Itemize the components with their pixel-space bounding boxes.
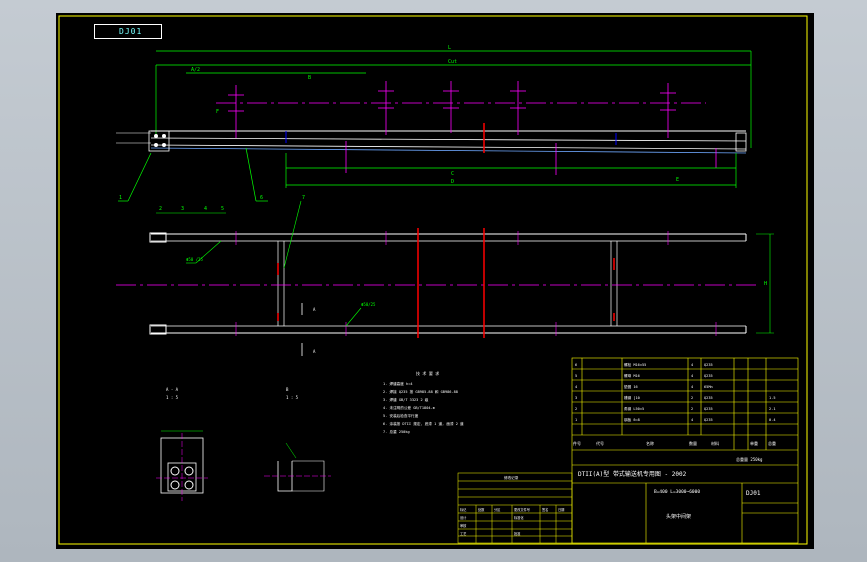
part-weight: 0.4 (769, 418, 776, 422)
rev-cell: 标准化 (514, 515, 524, 520)
section-a-scale: 1 : 5 (166, 395, 179, 400)
technical-notes: 技 术 要 求 1. 焊缝高度 h=4 2. 焊接 Q235 按 GB985-8… (383, 370, 464, 434)
part-name: 螺栓 M16×55 (624, 362, 646, 367)
note-line: 5. 安装后检查平行度 (383, 413, 419, 418)
part-mat: Q235 (704, 418, 713, 422)
section-mark-bottom: A (313, 349, 316, 354)
rev-cell: 处数 (478, 507, 485, 512)
drawing-spec: B=400 L=3000~6000 (654, 489, 700, 495)
dim-total: L (448, 45, 451, 51)
dim-d: D (451, 179, 454, 185)
drawing-number: DJ01 (746, 490, 761, 497)
part-mat: Q235 (704, 363, 713, 367)
note-line: 4. 未注明的公差 GB/T1804-m (383, 405, 435, 410)
plan-height-dim: H (764, 281, 767, 287)
part-name: 螺母 M16 (624, 373, 640, 378)
section-b-scale: 1 : 5 (286, 395, 299, 400)
part-weight: 2.1 (769, 407, 776, 411)
header-no: 件号 (573, 440, 581, 446)
part-qty: 4 (691, 418, 693, 422)
part-qty: 2 (691, 407, 693, 411)
header-qty: 数量 (689, 440, 697, 446)
section-a-detail: A - A 1 : 5 (156, 387, 208, 501)
section-mark-top: A (313, 307, 316, 312)
section-b-detail: B 1 : 5 (264, 387, 331, 492)
callout-6: 6 (260, 195, 263, 201)
header-unit-wt: 单重 (750, 440, 758, 446)
note-line: 3. 焊缝 GB/T 3323 2 级 (383, 397, 429, 402)
header-total-wt: 总重 (768, 440, 776, 446)
rev-cell: 工艺 (460, 531, 466, 536)
part-title: 头架中间架 (666, 513, 691, 520)
header-material: 材料 (711, 440, 719, 446)
callout-4: 4 (204, 206, 207, 212)
dim-a: A/2 (191, 67, 200, 73)
rev-cell: 批准 (514, 531, 521, 536)
part-qty: 4 (691, 374, 693, 378)
part-no: 3 (575, 396, 577, 400)
part-mat: Q235 (704, 407, 713, 411)
part-no: 5 (575, 374, 577, 378)
dim-c: C (451, 171, 454, 177)
part-name: 钢板 δ=8 (624, 417, 640, 422)
rev-cell: 签名 (542, 507, 548, 512)
total-weight: 总重量 250kg (736, 456, 763, 462)
part-no: 1 (575, 418, 577, 422)
callout-7: 7 (302, 195, 305, 201)
company-name: DTII(A)型 带式输送机专用图 - 2002 (578, 470, 687, 478)
callout-2: 2 (159, 206, 162, 212)
cad-drawing: L Cut A/2 B C D E F 1 6 H Φ50 /25 Φ50/25… (58, 15, 808, 545)
part-mat: 65Mn (704, 385, 713, 389)
part-name: 垫圈 16 (624, 384, 638, 389)
note-line: 1. 焊缝高度 h=4 (383, 381, 413, 386)
dim-cut: Cut (448, 59, 457, 65)
dim-b: B (308, 75, 311, 81)
header-code: 代号 (596, 440, 604, 446)
part-qty: 4 (691, 385, 693, 389)
plan-left-note: Φ50 /25 (186, 257, 203, 262)
part-weight: 1.5 (769, 396, 776, 400)
callout-3: 3 (181, 206, 184, 212)
header-name: 名称 (646, 440, 654, 446)
section-b-title: B (286, 387, 289, 392)
part-no: 4 (575, 385, 577, 389)
part-qty: 2 (691, 396, 693, 400)
callout-5: 5 (221, 206, 224, 212)
cad-viewport: DJ01 L Cut A/2 B C D E F 1 6 H Φ50 /25 Φ… (0, 0, 867, 562)
rev-cell: 分区 (494, 507, 501, 512)
part-name: 槽钢 [10 (624, 395, 640, 400)
note-line: 6. 涂装按 DTII 规定, 底漆 1 道, 面漆 2 道 (383, 421, 464, 426)
rev-cell: 审核 (460, 523, 467, 528)
part-qty: 4 (691, 363, 693, 367)
notes-title: 技 术 要 求 (416, 370, 439, 376)
section-a-title: A - A (166, 387, 179, 392)
drawing-sheet: DJ01 L Cut A/2 B C D E F 1 6 H Φ50 /25 Φ… (56, 13, 814, 549)
rev-cell: 日期 (558, 507, 564, 512)
part-no: 2 (575, 407, 577, 411)
part-no: 6 (575, 363, 577, 367)
dim-e: E (676, 177, 679, 183)
rev-cell: 设计 (460, 515, 467, 520)
callout-1: 1 (119, 195, 122, 201)
revision-title: 修改记录 (504, 475, 519, 480)
dim-f: F (216, 109, 219, 115)
rev-cell: 标记 (460, 507, 467, 512)
part-name: 角钢 L50×5 (624, 406, 644, 411)
part-mat: Q235 (704, 374, 713, 378)
plan-view: H Φ50 /25 Φ50/25 A A 7 2 3 4 5 (116, 195, 774, 356)
note-line: 7. 总重 250kg (383, 429, 410, 434)
rev-cell: 更改文件号 (514, 507, 530, 512)
plan-right-note: Φ50/25 (361, 302, 376, 307)
part-mat: Q235 (704, 396, 713, 400)
parts-header: 件号 代号 名称 数量 材料 单重 总重 (573, 440, 776, 446)
note-line: 2. 焊接 Q235 按 GB985-88 和 GB986-88 (383, 389, 458, 394)
elevation-view: L Cut A/2 B C D E F 1 6 (116, 45, 752, 202)
